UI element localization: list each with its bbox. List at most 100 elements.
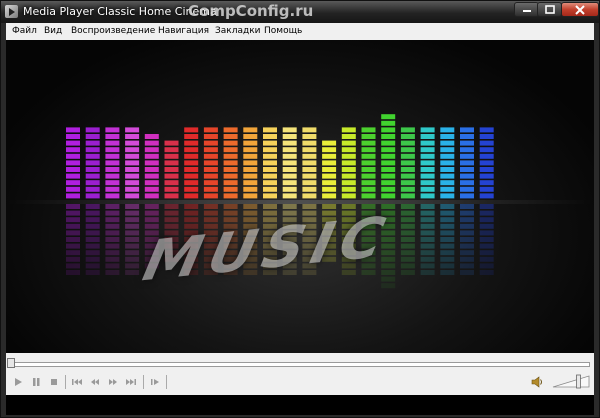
fast-forward-button[interactable]: [105, 375, 121, 389]
equalizer-segment: [381, 120, 396, 126]
volume-slider[interactable]: [551, 373, 591, 389]
equalizer-reflection: [203, 210, 218, 216]
equalizer-segment: [85, 167, 100, 172]
equalizer-segment: [282, 167, 297, 172]
equalizer-segment: [184, 160, 199, 166]
equalizer-reflection: [85, 270, 100, 275]
equalizer-segment: [322, 160, 337, 166]
equalizer-segment: [105, 173, 120, 179]
equalizer-reflection: [85, 210, 100, 216]
equalizer-reflection: [125, 204, 140, 209]
equalizer-segment: [420, 127, 435, 133]
equalizer-segment: [440, 180, 455, 186]
equalizer-segment: [381, 140, 396, 146]
equalizer-segment: [144, 140, 159, 146]
volume-track[interactable]: [552, 375, 590, 388]
equalizer-segment: [381, 186, 396, 192]
control-bar: [6, 353, 594, 395]
pause-button[interactable]: [28, 375, 44, 389]
equalizer-reflection: [400, 210, 415, 216]
equalizer-reflection: [400, 270, 415, 275]
equalizer-segment: [420, 160, 435, 166]
equalizer-segment: [479, 127, 494, 133]
equalizer-segment: [302, 127, 317, 133]
equalizer-reflection: [125, 223, 140, 229]
menu-help[interactable]: Помощь: [264, 26, 302, 37]
equalizer-segment: [361, 153, 376, 159]
equalizer-reflection: [105, 223, 120, 229]
equalizer-segment: [105, 140, 120, 146]
equalizer-segment: [420, 180, 435, 186]
close-button[interactable]: [561, 2, 599, 17]
menu-navigation[interactable]: Навигация: [158, 26, 209, 37]
equalizer-segment: [420, 193, 435, 199]
skip-back-icon: [72, 379, 82, 385]
equalizer-segment: [85, 134, 100, 139]
equalizer-reflection: [164, 210, 179, 216]
equalizer-segment: [203, 186, 218, 192]
video-area[interactable]: MUSIC: [6, 40, 594, 353]
seek-bar[interactable]: [10, 362, 590, 367]
equalizer-segment: [85, 153, 100, 159]
equalizer-segment: [164, 173, 179, 179]
menu-file[interactable]: Файл: [12, 26, 37, 37]
menu-bookmarks[interactable]: Закладки: [215, 26, 261, 37]
equalizer-segment: [203, 173, 218, 179]
volume-thumb[interactable]: [576, 374, 581, 389]
equalizer-segment: [243, 173, 258, 179]
minimize-icon: [522, 9, 531, 12]
equalizer-segment: [460, 140, 474, 146]
equalizer-segment: [164, 140, 179, 146]
menu-playback[interactable]: Воспроизведение: [71, 26, 155, 37]
equalizer-segment: [361, 134, 376, 139]
equalizer-segment: [282, 160, 297, 166]
volume-button[interactable]: [530, 375, 544, 389]
equalizer-segment: [184, 167, 199, 172]
equalizer-segment: [302, 186, 317, 192]
equalizer-reflection: [460, 204, 474, 209]
equalizer-segment: [400, 193, 415, 199]
equalizer-segment: [400, 186, 415, 192]
equalizer-segment: [341, 173, 356, 179]
equalizer-reflection: [400, 217, 415, 223]
equalizer-segment: [263, 134, 277, 139]
maximize-icon: [544, 5, 555, 14]
equalizer-reflection: [66, 243, 80, 249]
equalizer-segment: [302, 173, 317, 179]
stop-button[interactable]: [46, 375, 62, 389]
equalizer-segment: [302, 147, 317, 153]
equalizer-reflection: [440, 270, 455, 275]
equalizer-segment: [263, 127, 277, 133]
play-button[interactable]: [10, 375, 26, 389]
equalizer-reflection: [105, 263, 120, 269]
equalizer-segment: [105, 180, 120, 186]
app-icon[interactable]: [5, 5, 18, 18]
frame-step-button[interactable]: [147, 375, 163, 389]
equalizer-reflection: [243, 210, 258, 216]
equalizer-segment: [223, 140, 238, 146]
equalizer-segment: [125, 134, 140, 139]
equalizer-segment: [400, 147, 415, 153]
title-bar[interactable]: Media Player Classic Home Cinema CompCon…: [1, 1, 599, 23]
equalizer-segment: [125, 193, 140, 199]
equalizer-segment: [282, 153, 297, 159]
seek-thumb[interactable]: [7, 358, 15, 368]
maximize-button[interactable]: [537, 2, 562, 17]
equalizer-segment: [184, 173, 199, 179]
minimize-button[interactable]: [514, 2, 539, 17]
equalizer-segment: [400, 167, 415, 172]
equalizer-segment: [302, 134, 317, 139]
previous-button[interactable]: [69, 375, 85, 389]
equalizer-segment: [243, 167, 258, 172]
equalizer-reflection: [85, 250, 100, 256]
equalizer-segment: [460, 134, 474, 139]
rewind-button[interactable]: [87, 375, 103, 389]
menu-view[interactable]: Вид: [44, 26, 62, 37]
equalizer-reflection: [440, 263, 455, 269]
equalizer-segment: [144, 186, 159, 192]
equalizer-reflection: [440, 256, 455, 262]
next-button[interactable]: [123, 375, 139, 389]
equalizer-reflection: [400, 243, 415, 249]
equalizer-segment: [184, 186, 199, 192]
equalizer-segment: [460, 167, 474, 172]
